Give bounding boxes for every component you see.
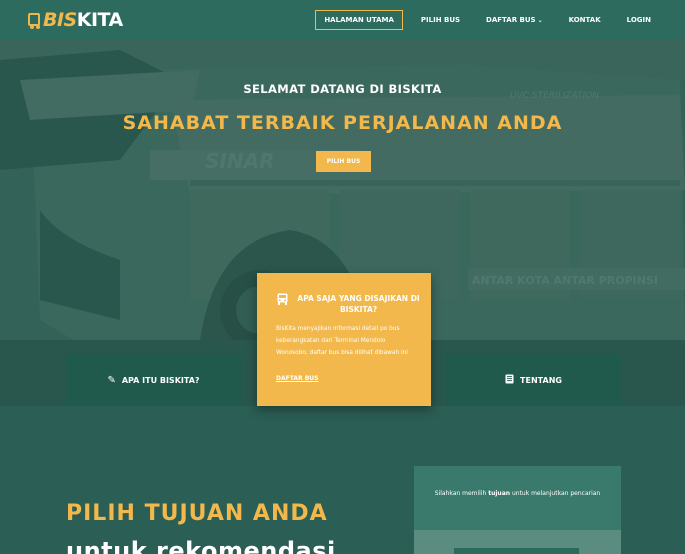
feature-apa-saja-description: BisKita menyajikan informasi detail po b… bbox=[276, 326, 408, 356]
section-subtitle: untuk rekomendasi bbox=[66, 537, 336, 554]
pencil-icon: ✎ bbox=[107, 374, 116, 386]
destination-search-card: Silahkan memilih tujuan untuk melanjutka… bbox=[414, 466, 621, 554]
hero-subtitle: SELAMAT DATANG DI BISKITA bbox=[243, 82, 442, 96]
nav-item-daftar-bus[interactable]: DAFTAR BUS ⌄ bbox=[486, 10, 543, 30]
search-card-message: Silahkan memilih tujuan untuk melanjutka… bbox=[414, 488, 621, 499]
section-title: PILIH TUJUAN ANDA bbox=[66, 501, 328, 526]
feature-tentang[interactable]: TENTANG bbox=[446, 354, 621, 406]
feature-apa-itu-biskita[interactable]: ✎ APA ITU BISKITA? bbox=[66, 354, 241, 406]
logo-text-kita: KITA bbox=[76, 9, 123, 31]
navbar: BIS KITA HALAMAN UTAMA PILIH BUS DAFTAR B… bbox=[0, 0, 685, 40]
nav-item-pilih-bus[interactable]: PILIH BUS bbox=[421, 10, 460, 30]
search-card-text-2: untuk melanjutkan pencarian bbox=[510, 490, 601, 497]
destination-select[interactable] bbox=[454, 548, 579, 554]
book-icon bbox=[505, 374, 514, 387]
bus-icon bbox=[277, 293, 290, 308]
chevron-down-icon: ⌄ bbox=[537, 16, 543, 24]
main-nav: HALAMAN UTAMA PILIH BUS DAFTAR BUS ⌄ KONT… bbox=[315, 10, 685, 30]
feature-apa-itu-biskita-label: APA ITU BISKITA? bbox=[121, 375, 200, 385]
feature-tentang-label: TENTANG bbox=[520, 375, 562, 385]
pilih-bus-button[interactable]: PILIH BUS bbox=[316, 151, 371, 172]
search-card-text-bold: tujuan bbox=[488, 490, 511, 497]
nav-item-login[interactable]: LOGIN bbox=[627, 10, 651, 30]
feature-apa-saja-card: APA SAJA YANG DISAJIKAN DI BISKITA? BisK… bbox=[257, 273, 431, 406]
feature-apa-saja-heading: APA SAJA YANG DISAJIKAN DI BISKITA? bbox=[297, 294, 420, 314]
hero-title: SAHABAT TERBAIK PERJALANAN ANDA bbox=[122, 112, 563, 134]
nav-item-daftar-bus-label: DAFTAR BUS bbox=[486, 16, 536, 24]
destination-section: PILIH TUJUAN ANDA untuk rekomendasi Sila… bbox=[0, 406, 685, 554]
bus-logo-icon bbox=[28, 11, 42, 29]
logo-text-bis: BIS bbox=[43, 9, 77, 31]
search-card-text-1: Silahkan memilih bbox=[434, 490, 489, 497]
nav-item-halaman-utama[interactable]: HALAMAN UTAMA bbox=[315, 10, 403, 30]
nav-item-kontak[interactable]: KONTAK bbox=[569, 10, 601, 30]
logo[interactable]: BIS KITA bbox=[28, 8, 123, 32]
daftar-bus-link[interactable]: DAFTAR BUS bbox=[276, 375, 318, 382]
